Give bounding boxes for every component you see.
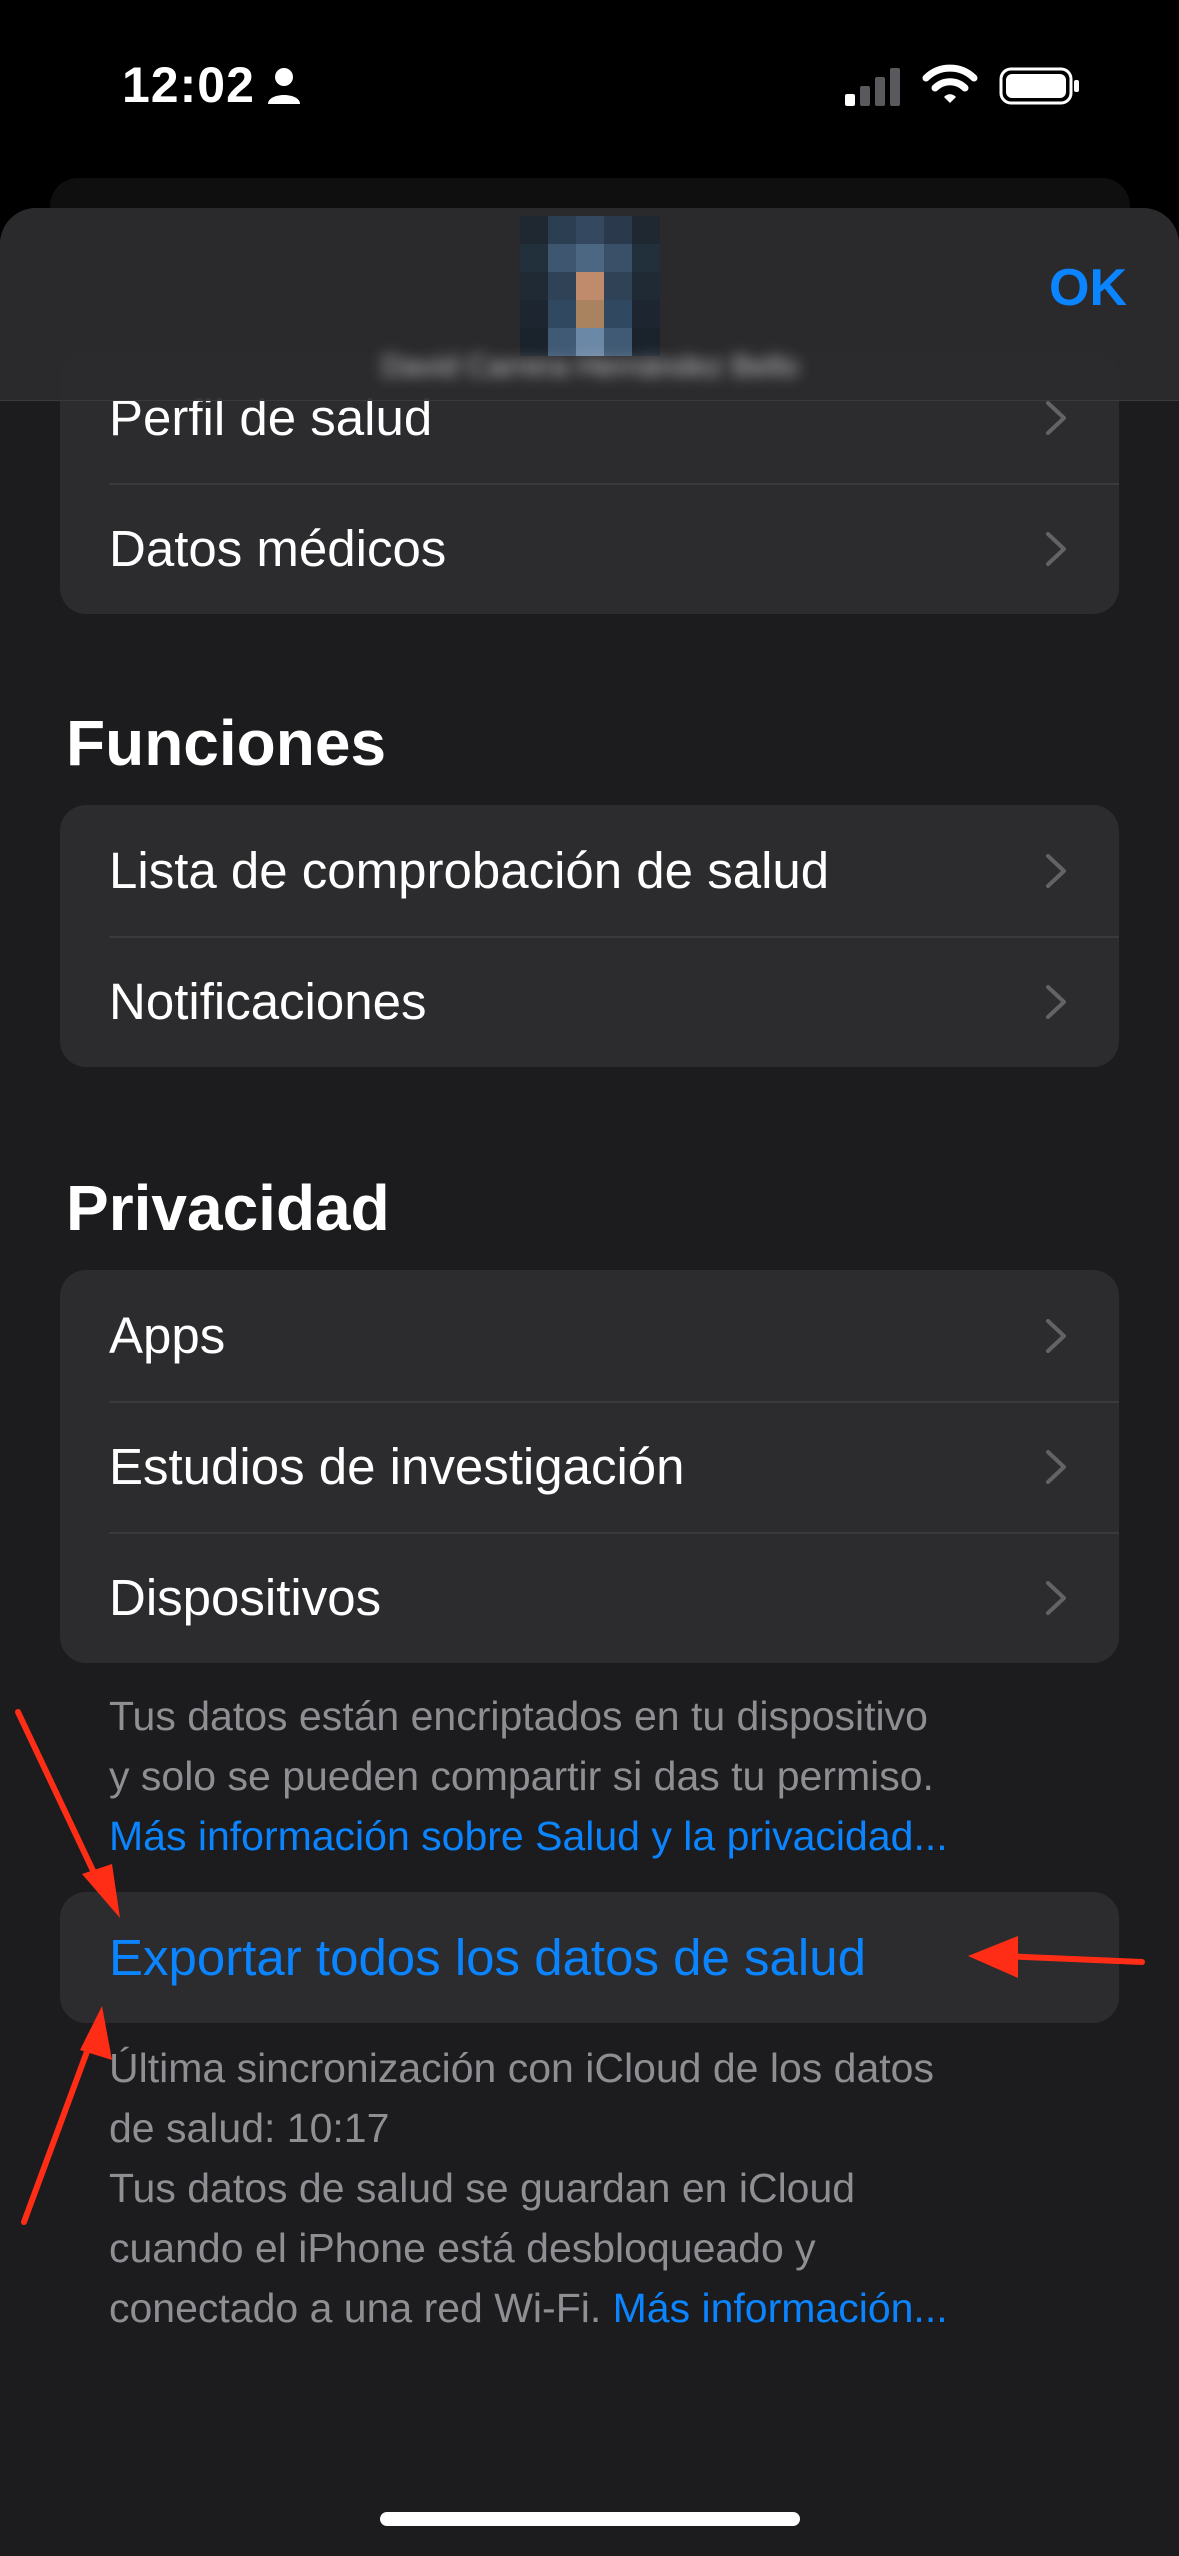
export-all-health-data-button[interactable]: Exportar todos los datos de salud <box>60 1892 1119 2023</box>
row-label: Apps <box>109 1307 226 1364</box>
row-label: Estudios de investigación <box>109 1438 685 1495</box>
person-icon <box>268 68 300 104</box>
health-profile-sheet: David Carrera Hernández Bello OK Perfil … <box>0 208 1179 2556</box>
section-title-privacidad: Privacidad <box>66 1172 390 1244</box>
cellular-signal-icon <box>845 68 900 106</box>
privacidad-group: Apps Estudios de investigación Dispositi… <box>60 1270 1119 1663</box>
ok-button[interactable]: OK <box>1049 258 1127 318</box>
list-item-lista-comprobacion[interactable]: Lista de comprobación de salud <box>60 805 1119 936</box>
chevron-right-icon <box>1046 1449 1066 1484</box>
section-title-funciones: Funciones <box>66 707 387 779</box>
chevron-right-icon <box>1046 853 1066 888</box>
privacy-footer-line2: y solo se pueden compartir si das tu per… <box>109 1753 934 1799</box>
list-item-notificaciones[interactable]: Notificaciones <box>60 936 1119 1067</box>
list-item-dispositivos[interactable]: Dispositivos <box>60 1532 1119 1663</box>
list-item-estudios-investigacion[interactable]: Estudios de investigación <box>60 1401 1119 1532</box>
chevron-right-icon <box>1046 531 1066 566</box>
privacy-more-info-link[interactable]: Más información sobre Salud y la privaci… <box>109 1806 1089 1866</box>
battery-icon <box>999 67 1079 105</box>
icloud-line3: conectado a una red Wi-Fi. <box>109 2285 602 2331</box>
wifi-icon <box>922 64 978 103</box>
privacy-footer: Tus datos están encriptados en tu dispos… <box>109 1686 1089 1866</box>
icloud-line2: cuando el iPhone está desbloqueado y <box>109 2225 816 2271</box>
sync-line2: de salud: 10:17 <box>109 2105 390 2151</box>
chevron-right-icon <box>1046 984 1066 1019</box>
row-label: Datos médicos <box>109 520 447 577</box>
row-label: Notificaciones <box>109 973 427 1030</box>
home-indicator[interactable] <box>380 2512 800 2526</box>
funciones-group: Lista de comprobación de salud Notificac… <box>60 805 1119 1067</box>
icloud-more-info-link[interactable]: Más información... <box>613 2285 948 2331</box>
chevron-right-icon <box>1046 400 1066 435</box>
sync-line1: Última sincronización con iCloud de los … <box>109 2045 934 2091</box>
list-item-datos-medicos[interactable]: Datos médicos <box>60 483 1119 614</box>
chevron-right-icon <box>1046 1580 1066 1615</box>
privacy-footer-line1: Tus datos están encriptados en tu dispos… <box>109 1693 928 1739</box>
chevron-right-icon <box>1046 1318 1066 1353</box>
export-label: Exportar todos los datos de salud <box>109 1929 866 1986</box>
icloud-sync-footer: Última sincronización con iCloud de los … <box>109 2038 1089 2338</box>
navigation-bar: David Carrera Hernández Bello OK <box>0 208 1179 401</box>
list-item-apps[interactable]: Apps <box>60 1270 1119 1401</box>
user-name: David Carrera Hernández Bello <box>381 350 799 383</box>
row-label: Lista de comprobación de salud <box>109 842 830 899</box>
status-bar: 12:02 <box>0 0 1179 170</box>
icloud-line3-row: conectado a una red Wi-Fi. Más informaci… <box>109 2278 1089 2338</box>
status-time: 12:02 <box>122 57 255 113</box>
export-group: Exportar todos los datos de salud <box>60 1892 1119 2023</box>
avatar[interactable] <box>520 216 660 356</box>
icloud-line1: Tus datos de salud se guardan en iCloud <box>109 2165 856 2211</box>
row-label: Dispositivos <box>109 1569 382 1626</box>
